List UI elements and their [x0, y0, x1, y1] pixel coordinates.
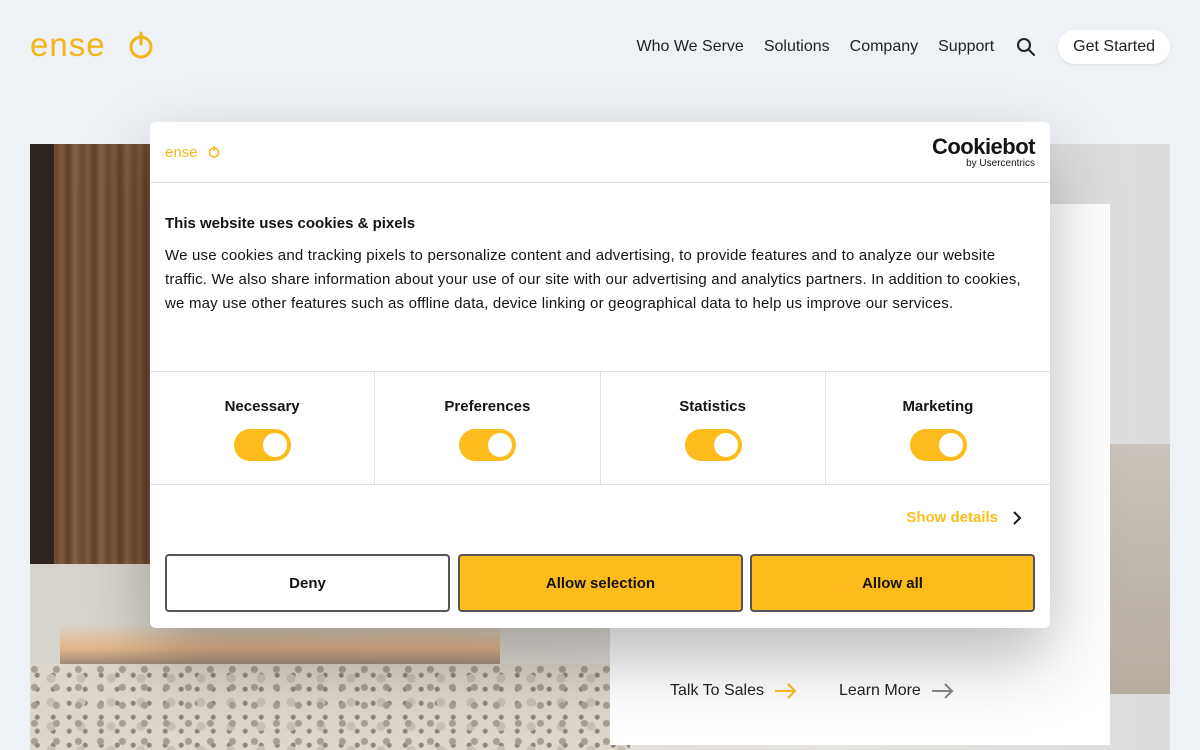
toggle-knob — [713, 433, 738, 457]
category-label: Preferences — [444, 398, 531, 415]
fireplace-flames — [60, 624, 500, 664]
category-preferences: Preferences — [375, 372, 601, 484]
category-label: Marketing — [902, 398, 974, 415]
wood-edge — [30, 144, 54, 564]
preferences-toggle[interactable] — [459, 429, 517, 461]
deny-button[interactable]: Deny — [165, 554, 450, 612]
site-header: ense Who We Serve Solutions Company Supp… — [0, 0, 1200, 94]
learn-more-link[interactable]: Learn More — [839, 682, 955, 700]
cookiebot-logo[interactable]: Cookiebot by Usercentrics — [931, 134, 1036, 170]
category-statistics: Statistics — [601, 372, 826, 484]
nav-solutions[interactable]: Solutions — [764, 38, 830, 56]
show-details-link[interactable]: Show details — [906, 509, 1022, 526]
terrazzo-surface — [30, 664, 630, 750]
cookie-consent-dialog: ense Cookiebot by Usercentrics This webs… — [150, 122, 1050, 628]
show-details-label: Show details — [906, 509, 998, 526]
statistics-toggle[interactable] — [684, 429, 742, 461]
chevron-right-icon — [1013, 510, 1022, 525]
talk-to-sales-link[interactable]: Talk To Sales — [670, 682, 798, 700]
cookiebot-sub: by Usercentrics — [966, 158, 1035, 169]
nav-who-we-serve[interactable]: Who We Serve — [637, 38, 744, 56]
talk-to-sales-label: Talk To Sales — [670, 682, 764, 699]
main-nav: Who We Serve Solutions Company Support G… — [617, 30, 1170, 64]
enseo-logo[interactable]: ense — [30, 28, 158, 64]
nav-company[interactable]: Company — [850, 38, 918, 56]
category-label: Necessary — [224, 398, 300, 415]
nav-support[interactable]: Support — [938, 38, 994, 56]
search-icon[interactable] — [1016, 37, 1036, 57]
arrow-right-icon — [774, 683, 797, 699]
dialog-body-text: We use cookies and tracking pixels to pe… — [165, 247, 1021, 312]
svg-text:ense: ense — [165, 144, 198, 160]
learn-more-label: Learn More — [839, 682, 921, 699]
svg-text:ense: ense — [30, 28, 106, 63]
enseo-logo-small: ense — [165, 144, 220, 160]
category-necessary: Necessary — [150, 372, 376, 484]
toggle-knob — [488, 433, 513, 457]
category-label: Statistics — [679, 398, 746, 415]
dialog-header: ense Cookiebot by Usercentrics — [150, 122, 1050, 183]
marketing-toggle[interactable] — [909, 429, 967, 461]
allow-all-button[interactable]: Allow all — [750, 554, 1035, 612]
cookie-category-toggles: Necessary Preferences Statistics Marketi… — [150, 371, 1050, 485]
get-started-button[interactable]: Get Started — [1058, 30, 1170, 64]
toggle-knob — [263, 433, 288, 457]
category-marketing: Marketing — [826, 372, 1050, 484]
dialog-title: This website uses cookies & pixels — [165, 215, 416, 232]
arrow-right-icon — [931, 683, 954, 699]
cookiebot-name: Cookiebot — [931, 134, 1036, 159]
room-furniture — [1110, 444, 1170, 694]
necessary-toggle[interactable] — [234, 429, 292, 461]
toggle-knob — [938, 433, 963, 457]
allow-selection-button[interactable]: Allow selection — [458, 554, 743, 612]
